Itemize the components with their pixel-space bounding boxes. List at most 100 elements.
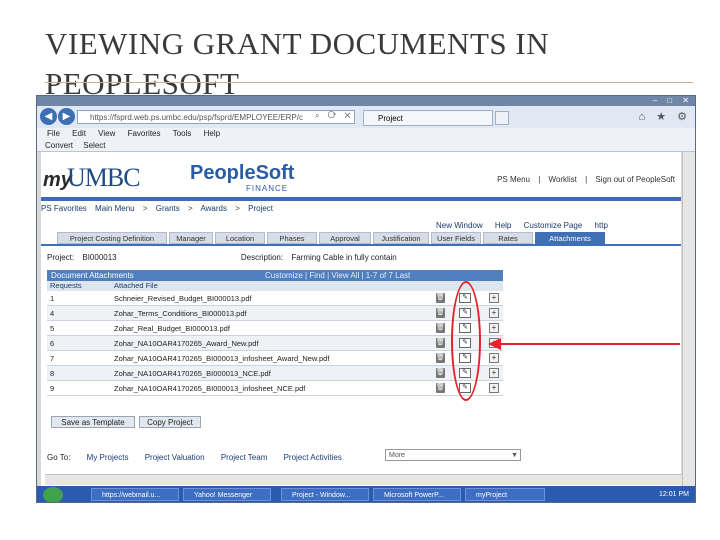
menu-help[interactable]: Help: [204, 129, 220, 138]
tab-phases[interactable]: Phases: [267, 232, 317, 244]
header-bar: [41, 197, 681, 201]
delete-icon[interactable]: 🗑: [436, 338, 445, 348]
browser-screenshot: – □ ✕ ◀ ▶ https://fsprd.web.ps.umbc.edu/…: [36, 95, 696, 503]
add-row-icon[interactable]: +: [489, 323, 499, 333]
attached-file-name: Zohar_Terms_Conditions_BI000013.pdf: [114, 309, 247, 318]
logo-umbc: UMBC: [67, 163, 141, 192]
more-select-value: More: [389, 452, 405, 459]
menu-view[interactable]: View: [98, 129, 115, 138]
tab-user-fields[interactable]: User Fields: [431, 232, 481, 244]
window-buttons[interactable]: – □ ✕: [653, 96, 693, 105]
row-number: 4: [50, 309, 55, 318]
attached-file-name: Zohar_NA10OAR4170265_BI000013_NCE.pdf: [114, 369, 271, 378]
tab-justification[interactable]: Justification: [373, 232, 429, 244]
breadcrumb-separator: >: [235, 204, 240, 213]
save-as-template-button[interactable]: Save as Template: [51, 416, 135, 428]
menu-edit[interactable]: Edit: [72, 129, 86, 138]
delete-icon[interactable]: 🗑: [436, 308, 445, 318]
breadcrumb-main-menu[interactable]: Main Menu: [95, 204, 135, 213]
goto-label: Go To:: [47, 453, 71, 462]
attached-file-name: Zohar_NA10OAR4170265_BI000013_infosheet_…: [114, 354, 330, 363]
row-number: 7: [50, 354, 55, 363]
add-row-icon[interactable]: +: [489, 383, 499, 393]
delete-icon[interactable]: 🗑: [436, 383, 445, 393]
project-activities-link[interactable]: Project Activities: [284, 453, 342, 462]
table-row: 6 Zohar_NA10OAR4170265_Award_New.pdf 🗑 ✎…: [47, 336, 503, 351]
add-row-icon[interactable]: +: [489, 293, 499, 303]
attached-file-name: Zohar_NA10OAR4170265_Award_New.pdf: [114, 339, 259, 348]
back-icon[interactable]: ◀: [40, 108, 57, 125]
help-link[interactable]: Help: [495, 221, 511, 230]
horizontal-scrollbar[interactable]: [45, 474, 685, 485]
breadcrumb-awards[interactable]: Awards: [200, 204, 227, 213]
address-bar[interactable]: https://fsprd.web.ps.umbc.edu/psp/fsprd/…: [77, 110, 355, 124]
delete-icon[interactable]: 🗑: [436, 353, 445, 363]
column-attached-file[interactable]: Attached File: [114, 281, 158, 291]
page-content: my UMBC PeopleSoft FINANCE PS Menu | Wor…: [41, 152, 685, 486]
add-row-icon[interactable]: +: [489, 308, 499, 318]
http-link[interactable]: http: [595, 221, 608, 230]
grid-navigation[interactable]: Customize | Find | View All | 1-7 of 7 L…: [265, 270, 410, 281]
breadcrumb-separator: >: [188, 204, 193, 213]
taskbar-item[interactable]: Yahoo! Messenger: [183, 488, 271, 501]
ps-header: my UMBC PeopleSoft FINANCE PS Menu | Wor…: [41, 157, 681, 197]
taskbar-item[interactable]: myProject: [465, 488, 545, 501]
delete-icon[interactable]: 🗑: [436, 323, 445, 333]
add-row-icon[interactable]: +: [489, 353, 499, 363]
tab-attachments[interactable]: Attachments: [535, 232, 605, 244]
column-requests[interactable]: Requests: [50, 281, 82, 291]
select-button[interactable]: Select: [83, 141, 105, 150]
breadcrumb-grants[interactable]: Grants: [156, 204, 180, 213]
tab-rates[interactable]: Rates: [483, 232, 533, 244]
taskbar-item[interactable]: Project - Window...: [281, 488, 369, 501]
start-button[interactable]: [43, 487, 63, 502]
more-select[interactable]: More ▼: [385, 449, 521, 461]
new-window-link[interactable]: New Window: [436, 221, 483, 230]
tab-location[interactable]: Location: [215, 232, 265, 244]
table-row: 8 Zohar_NA10OAR4170265_BI000013_NCE.pdf …: [47, 366, 503, 381]
customize-page-link[interactable]: Customize Page: [524, 221, 583, 230]
row-number: 9: [50, 384, 55, 393]
worklist-link[interactable]: Worklist: [549, 175, 577, 184]
project-valuation-link[interactable]: Project Valuation: [145, 453, 205, 462]
vertical-scrollbar[interactable]: [682, 152, 695, 486]
table-row: 7 Zohar_NA10OAR4170265_BI000013_infoshee…: [47, 351, 503, 366]
page-links: New Window Help Customize Page http: [436, 221, 618, 230]
tab-project-costing-definition[interactable]: Project Costing Definition: [57, 232, 167, 244]
chevron-down-icon: ▼: [511, 452, 518, 459]
sign-out-link[interactable]: Sign out of PeopleSoft: [595, 175, 675, 184]
breadcrumb-separator: >: [142, 204, 148, 213]
taskbar-item[interactable]: https://webmail.u...: [91, 488, 179, 501]
my-projects-link[interactable]: My Projects: [87, 453, 129, 462]
clock: 12:01 PM: [659, 491, 689, 498]
address-tool-icons[interactable]: ⌕ ⟳ ✕: [315, 111, 354, 121]
new-tab-button[interactable]: [495, 111, 509, 125]
add-row-icon[interactable]: +: [489, 368, 499, 378]
tab-manager[interactable]: Manager: [169, 232, 213, 244]
table-row: 5 Zohar_Real_Budget_BI000013.pdf 🗑 ✎ +: [47, 321, 503, 336]
attached-file-name: Schneier_Revised_Budget_BI000013.pdf: [114, 294, 252, 303]
forward-icon[interactable]: ▶: [58, 108, 75, 125]
grid-header: Document Attachments Customize | Find | …: [47, 270, 503, 281]
convert-button[interactable]: Convert: [45, 141, 73, 150]
grid-column-headers: Requests Attached File: [47, 281, 503, 291]
project-team-link[interactable]: Project Team: [221, 453, 268, 462]
menu-favorites[interactable]: Favorites: [128, 129, 161, 138]
row-number: 6: [50, 339, 55, 348]
delete-icon[interactable]: 🗑: [436, 293, 445, 303]
tab-approval[interactable]: Approval: [319, 232, 371, 244]
breadcrumb-project[interactable]: Project: [248, 204, 273, 213]
menu-tools[interactable]: Tools: [173, 129, 192, 138]
menu-file[interactable]: File: [47, 129, 60, 138]
row-number: 8: [50, 369, 55, 378]
table-row: 1 Schneier_Revised_Budget_BI000013.pdf 🗑…: [47, 291, 503, 306]
home-icon[interactable]: ⌂ ★ ⚙: [639, 110, 691, 123]
browser-tab[interactable]: Project: [363, 110, 493, 126]
breadcrumb-favorites[interactable]: PS Favorites: [41, 204, 87, 213]
separator: |: [538, 175, 541, 184]
ps-menu-link[interactable]: PS Menu: [497, 175, 530, 184]
delete-icon[interactable]: 🗑: [436, 368, 445, 378]
taskbar-item[interactable]: Microsoft PowerP...: [373, 488, 461, 501]
copy-project-button[interactable]: Copy Project: [139, 416, 201, 428]
description-label: Description:: [240, 253, 284, 262]
